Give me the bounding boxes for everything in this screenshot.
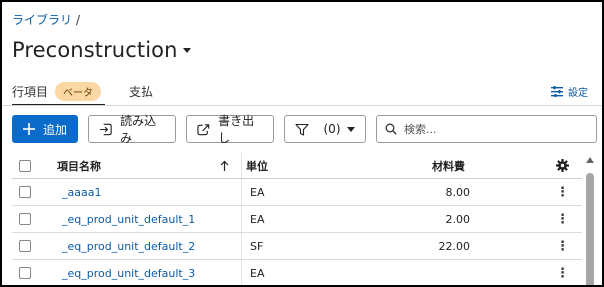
vertical-scrollbar[interactable] <box>585 157 595 285</box>
line-items-table: 項目名称 単位 材料費 _aaaa1 EA 8.00 ⋮ _eq_prod_un… <box>12 153 582 285</box>
import-button-label: 読み込み <box>120 114 157 145</box>
scroll-up-arrow-icon[interactable] <box>586 157 594 163</box>
filter-icon <box>295 123 309 136</box>
tabs-divider <box>2 105 602 106</box>
search-box[interactable] <box>376 115 597 143</box>
settings-label: 設定 <box>568 88 588 99</box>
column-header-unit[interactable]: 単位 <box>246 153 376 178</box>
material-cost-cell <box>380 260 470 285</box>
chevron-down-icon <box>183 47 192 53</box>
sliders-icon <box>551 86 563 97</box>
column-settings-gear-icon[interactable] <box>556 153 569 178</box>
column-header-name[interactable]: 項目名称 <box>57 153 101 178</box>
export-button-label: 書き出し <box>218 114 255 145</box>
row-more-menu-icon[interactable]: ⋮ <box>556 179 569 205</box>
material-cost-cell: 8.00 <box>445 185 471 199</box>
row-more-menu-icon[interactable]: ⋮ <box>556 260 569 285</box>
column-divider <box>241 179 242 205</box>
table-row[interactable]: _eq_prod_unit_default_2 SF 22.00 ⋮ <box>12 233 582 260</box>
tab-line-items-label: 行項目 <box>12 84 49 99</box>
unit-cell: EA <box>250 185 265 199</box>
table-row[interactable]: _eq_prod_unit_default_1 EA 2.00 ⋮ <box>12 206 582 233</box>
select-all-cell <box>19 153 31 178</box>
breadcrumb-separator: / <box>76 13 81 27</box>
row-checkbox-cell <box>19 260 31 285</box>
select-all-checkbox[interactable] <box>19 159 31 172</box>
beta-badge: ベータ <box>55 81 102 101</box>
row-checkbox[interactable] <box>19 240 31 252</box>
item-name-link[interactable]: _eq_prod_unit_default_1 <box>62 213 195 226</box>
export-icon <box>197 123 210 135</box>
add-button[interactable]: 追加 <box>12 115 78 143</box>
material-cost-cell: 22.00 <box>438 239 471 253</box>
title-dropdown[interactable]: Preconstruction <box>12 38 192 62</box>
export-button[interactable]: 書き出し <box>186 114 274 145</box>
row-checkbox-cell <box>19 206 31 232</box>
table-header-row: 項目名称 単位 材料費 <box>12 153 582 179</box>
table-row[interactable]: _eq_prod_unit_default_3 EA ⋮ <box>12 260 582 285</box>
settings-button[interactable]: 設定 <box>551 84 588 99</box>
row-checkbox[interactable] <box>19 213 31 225</box>
breadcrumb: ライブラリ / <box>12 11 80 28</box>
chevron-down-icon <box>347 126 355 132</box>
unit-cell: SF <box>250 239 264 253</box>
import-icon <box>99 123 112 135</box>
import-button[interactable]: 読み込み <box>88 114 176 145</box>
tab-line-items[interactable]: 行項目 ベータ <box>12 80 106 106</box>
item-name-link[interactable]: _eq_prod_unit_default_3 <box>62 267 195 280</box>
column-divider <box>241 260 242 285</box>
app-window: ライブラリ / Preconstruction 行項目 ベータ 支払 設定 追加… <box>0 0 604 287</box>
search-input[interactable] <box>404 122 584 136</box>
filter-dropdown[interactable]: (0) <box>284 115 366 143</box>
tab-bar: 行項目 ベータ 支払 <box>12 80 181 106</box>
add-button-label: 追加 <box>43 122 68 137</box>
breadcrumb-library-link[interactable]: ライブラリ <box>12 13 72 27</box>
item-name-link[interactable]: _aaaa1 <box>62 186 101 199</box>
tab-payments[interactable]: 支払 <box>129 80 153 102</box>
row-checkbox-cell <box>19 179 31 205</box>
search-icon <box>385 123 397 135</box>
unit-cell: EA <box>250 266 265 280</box>
page-title: Preconstruction <box>12 38 178 62</box>
row-checkbox[interactable] <box>19 267 31 279</box>
column-divider <box>241 233 242 259</box>
material-cost-cell: 2.00 <box>445 212 471 226</box>
column-divider <box>241 153 242 178</box>
toolbar: 追加 読み込み 書き出し (0) <box>12 114 597 145</box>
filter-count: (0) <box>323 122 341 136</box>
item-name-link[interactable]: _eq_prod_unit_default_2 <box>62 240 195 253</box>
column-header-material-cost[interactable]: 材料費 <box>432 153 522 178</box>
sort-arrow-up-icon[interactable] <box>220 153 229 178</box>
tab-payments-label: 支払 <box>129 84 154 99</box>
row-more-menu-icon[interactable]: ⋮ <box>556 233 569 259</box>
column-divider <box>241 206 242 232</box>
row-checkbox[interactable] <box>19 186 31 198</box>
scrollbar-thumb[interactable] <box>586 173 594 285</box>
unit-cell: EA <box>250 212 265 226</box>
row-checkbox-cell <box>19 233 31 259</box>
plus-icon <box>23 123 35 135</box>
row-more-menu-icon[interactable]: ⋮ <box>556 206 569 232</box>
table-row[interactable]: _aaaa1 EA 8.00 ⋮ <box>12 179 582 206</box>
